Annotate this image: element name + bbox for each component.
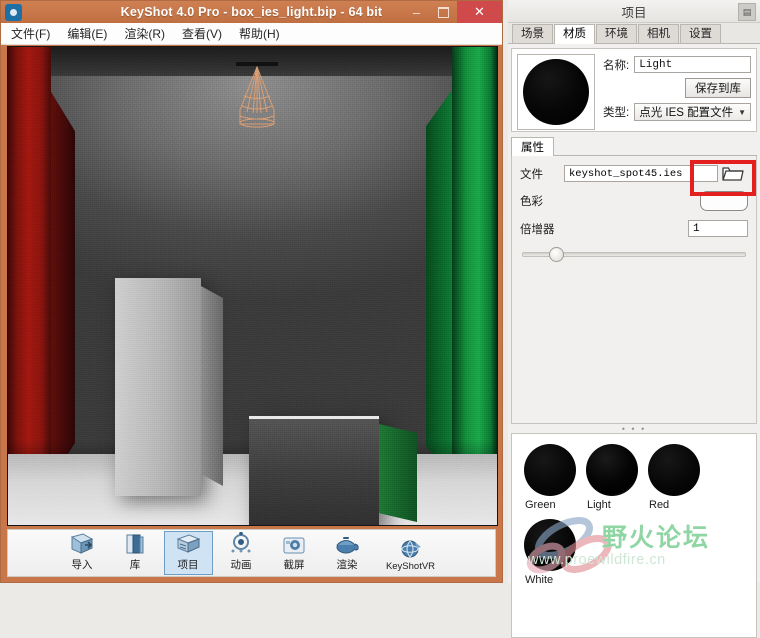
material-preview-sphere[interactable] <box>517 54 595 130</box>
properties-body: 文件 keyshot_spot45.ies 色彩 倍增器 1 <box>511 156 757 424</box>
menu-item-file[interactable]: 文件(F) <box>11 25 50 42</box>
multiplier-label: 倍增器 <box>520 223 555 236</box>
minimize-button[interactable]: – <box>403 1 430 23</box>
list-item[interactable]: Red <box>648 444 710 511</box>
list-item[interactable]: Light <box>586 444 648 511</box>
folder-open-icon[interactable] <box>720 164 746 184</box>
project-panel: 项目 ▤ 场景 材质 环境 相机 设置 名称: Light 保存到库 类型: 点… <box>508 0 760 638</box>
window-controls: – ✕ <box>403 1 502 23</box>
slider-knob[interactable] <box>548 247 564 262</box>
chevron-down-icon: ▼ <box>738 107 746 117</box>
tab-scene[interactable]: 场景 <box>512 24 553 43</box>
file-path-input[interactable]: keyshot_spot45.ies <box>564 165 718 182</box>
import-icon <box>69 532 95 556</box>
material-swatch <box>524 519 576 571</box>
material-name-label: 名称: <box>603 59 630 72</box>
keyshotvr-icon <box>398 534 423 560</box>
material-library-list[interactable]: Green Light Red White <box>511 433 757 638</box>
material-type-select[interactable]: 点光 IES 配置文件 ▼ <box>634 103 751 121</box>
file-label: 文件 <box>520 168 543 181</box>
toolbar-label: 动画 <box>230 559 252 571</box>
material-type-label: 类型: <box>603 107 630 119</box>
keyshot-app-icon <box>5 3 22 21</box>
tab-material[interactable]: 材质 <box>554 24 595 44</box>
toolbar-label: KeyShotVR <box>385 561 436 572</box>
maximize-button[interactable] <box>430 1 457 23</box>
toolbar-label: 渲染 <box>336 559 358 571</box>
menu-item-help[interactable]: 帮助(H) <box>239 25 280 42</box>
panel-title: 项目 <box>621 5 647 20</box>
list-item[interactable]: White <box>524 519 586 586</box>
color-row: 色彩 <box>520 191 748 211</box>
color-label: 色彩 <box>520 196 543 208</box>
material-swatch <box>586 444 638 496</box>
close-button[interactable]: ✕ <box>457 1 502 23</box>
list-item[interactable]: Green <box>524 444 586 511</box>
menu-item-edit[interactable]: 编辑(E) <box>67 25 107 42</box>
panel-header: 项目 ▤ <box>508 0 760 23</box>
material-label: Red <box>649 499 670 511</box>
material-summary: 名称: Light 保存到库 类型: 点光 IES 配置文件 ▼ <box>511 48 757 132</box>
title-bar: KeyShot 4.0 Pro - box_ies_light.bip - 64… <box>1 1 502 23</box>
properties-tab-bar: 属性 <box>511 137 757 156</box>
render-viewport[interactable] <box>7 46 498 526</box>
toolbar-label: 库 <box>129 559 141 571</box>
save-to-library-button[interactable]: 保存到库 <box>685 78 751 98</box>
toolbar-item-render[interactable]: 渲染 <box>323 531 372 575</box>
render-icon <box>334 532 360 556</box>
file-row: 文件 keyshot_spot45.ies <box>520 160 756 196</box>
toolbar-label: 导入 <box>71 559 93 571</box>
menu-item-render[interactable]: 渲染(R) <box>124 25 165 42</box>
multiplier-row: 倍增器 1 <box>520 220 748 237</box>
tab-settings[interactable]: 设置 <box>680 24 721 43</box>
toolbar-item-keyshotvr[interactable]: KeyShotVR <box>376 531 446 575</box>
material-label: White <box>525 574 554 586</box>
bottom-toolbar: 导入 库 项目 动画 截屏 渲染 KeyShotVR <box>7 529 496 577</box>
material-label: Green <box>525 499 556 511</box>
ies-lamp-cage-icon <box>239 66 275 128</box>
menu-item-view[interactable]: 查看(V) <box>182 25 222 42</box>
toolbar-item-screenshot[interactable]: 截屏 <box>270 531 319 575</box>
tab-environment[interactable]: 环境 <box>596 24 637 43</box>
toolbar-item-import[interactable]: 导入 <box>58 531 107 575</box>
drag-grip-icon[interactable]: • • • <box>508 424 760 434</box>
color-swatch[interactable] <box>700 191 748 211</box>
menu-bar: 文件(F) 编辑(E) 渲染(R) 查看(V) 帮助(H) <box>1 23 502 45</box>
screenshot-icon <box>282 532 306 556</box>
material-type-value: 点光 IES 配置文件 <box>639 107 734 119</box>
multiplier-slider[interactable] <box>522 246 746 262</box>
material-label: Light <box>587 499 611 511</box>
toolbar-item-animation[interactable]: 动画 <box>217 531 266 575</box>
animation-icon <box>229 532 253 556</box>
toolbar-label: 项目 <box>177 559 199 571</box>
toolbar-item-library[interactable]: 库 <box>111 531 160 575</box>
material-swatch <box>524 444 576 496</box>
pin-icon[interactable]: ▤ <box>738 3 756 21</box>
multiplier-input[interactable]: 1 <box>688 220 748 237</box>
library-icon <box>124 532 146 556</box>
project-icon <box>175 532 202 556</box>
toolbar-label: 截屏 <box>283 559 305 571</box>
panel-tab-bar: 场景 材质 环境 相机 设置 <box>508 23 760 44</box>
tab-camera[interactable]: 相机 <box>638 24 679 43</box>
material-swatch <box>648 444 700 496</box>
keyshot-main-window: KeyShot 4.0 Pro - box_ies_light.bip - 64… <box>0 0 503 583</box>
application-window: KeyShot 4.0 Pro - box_ies_light.bip - 64… <box>0 0 760 638</box>
tab-properties[interactable]: 属性 <box>511 137 554 156</box>
material-name-input[interactable]: Light <box>634 56 751 73</box>
toolbar-item-project[interactable]: 项目 <box>163 531 213 575</box>
cornell-box-render <box>7 46 498 526</box>
